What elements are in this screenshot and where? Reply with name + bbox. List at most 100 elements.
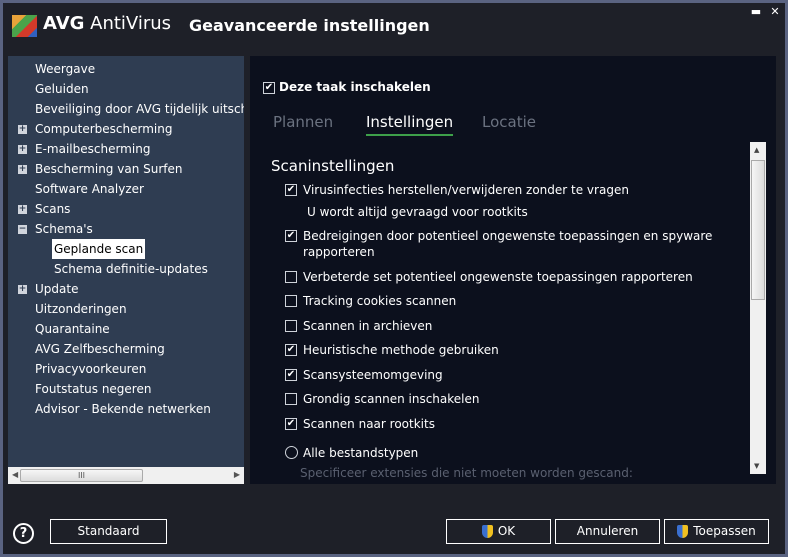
scroll-right-icon[interactable]: ▶: [234, 470, 240, 479]
option-checkbox[interactable]: Verbeterde set potentieel ongewenste toe…: [285, 269, 693, 285]
tree-item[interactable]: + E-mailbescherming: [8, 139, 244, 159]
expand-icon[interactable]: +: [18, 145, 27, 154]
title-bar: AVG AntiVirus Geavanceerde instellingen …: [3, 3, 785, 51]
scroll-thumb[interactable]: III: [20, 469, 143, 482]
tree-item-label: E-mailbescherming: [35, 142, 151, 156]
tree-item[interactable]: Geplande scan: [8, 239, 244, 259]
option-checkbox[interactable]: ✔ Scannen naar rootkits: [285, 416, 435, 432]
standard-button[interactable]: Standaard: [50, 519, 167, 544]
avg-logo-icon: [12, 15, 37, 37]
close-button[interactable]: ✕: [767, 5, 783, 18]
option-label: Scannen naar rootkits: [303, 417, 435, 431]
option-checkbox[interactable]: Grondig scannen inschakelen: [285, 391, 480, 407]
vertical-scrollbar[interactable]: ▲ ▼: [750, 142, 766, 474]
minimize-button[interactable]: ▬: [748, 5, 764, 18]
option-label-cont: rapporteren: [303, 245, 375, 259]
tree-item[interactable]: Privacyvoorkeuren: [8, 359, 244, 379]
expand-icon[interactable]: +: [18, 165, 27, 174]
settings-panel: ✔ Deze taak inschakelen Plannen Instellin…: [250, 56, 776, 484]
tree-item-label: Computerbescherming: [35, 122, 173, 136]
option-label: Scannen in archieven: [303, 319, 433, 333]
tree-item-label: Weergave: [35, 62, 96, 76]
tab-instellingen[interactable]: Instellingen: [366, 113, 454, 136]
tree-item-label: Software Analyzer: [35, 182, 144, 196]
tree-item[interactable]: Weergave: [8, 59, 244, 79]
tree-item[interactable]: Beveiliging door AVG tijdelijk uitschake…: [8, 99, 244, 119]
tree-item-label: Geluiden: [35, 82, 89, 96]
tab-locatie[interactable]: Locatie: [482, 113, 536, 134]
window-title: Geavanceerde instellingen: [189, 16, 430, 35]
checkbox-icon[interactable]: [285, 392, 297, 405]
tree-item[interactable]: − Schema's: [8, 219, 244, 239]
option-checkbox[interactable]: Scannen in archieven: [285, 318, 432, 334]
tree-item-label: Scans: [35, 202, 71, 216]
option-label: Grondig scannen inschakelen: [303, 392, 480, 406]
exclude-extensions-label: Specificeer extensies die niet moeten wo…: [300, 466, 633, 480]
tree-item-label: Foutstatus negeren: [35, 382, 152, 396]
tab-plannen[interactable]: Plannen: [273, 113, 333, 134]
shield-icon: [677, 525, 689, 538]
shield-icon: [481, 525, 493, 538]
help-icon[interactable]: ?: [13, 523, 34, 544]
tree-item[interactable]: + Bescherming van Surfen: [8, 159, 244, 179]
checkbox-icon[interactable]: ✔: [285, 343, 297, 356]
tree-item[interactable]: Advisor - Bekende netwerken: [8, 399, 244, 419]
tree-item[interactable]: Schema definitie-updates: [8, 259, 244, 279]
option-label: Tracking cookies scannen: [303, 294, 457, 308]
tree-item-label: Uitzonderingen: [35, 302, 127, 316]
checkbox-icon[interactable]: [285, 319, 297, 332]
expand-icon[interactable]: +: [18, 125, 27, 134]
scroll-thumb[interactable]: [751, 160, 765, 300]
cancel-button[interactable]: Annuleren: [555, 519, 660, 544]
option-label: Scansysteemomgeving: [303, 368, 443, 382]
option-checkbox[interactable]: ✔ Scansysteemomgeving: [285, 367, 443, 383]
checkbox-icon[interactable]: [285, 270, 297, 283]
checkbox-icon[interactable]: ✔: [285, 368, 297, 381]
option-checkbox[interactable]: Tracking cookies scannen: [285, 293, 456, 309]
tree-item-label: Update: [35, 282, 79, 296]
enable-task-checkbox[interactable]: ✔ Deze taak inschakelen: [263, 80, 431, 94]
tree-item[interactable]: AVG Zelfbescherming: [8, 339, 244, 359]
checkbox-icon[interactable]: ✔: [285, 229, 297, 242]
scroll-left-icon[interactable]: ◀: [12, 470, 18, 479]
tree-item[interactable]: Geluiden: [8, 79, 244, 99]
option-label: Verbeterde set potentieel ongewenste toe…: [303, 270, 693, 284]
tree-item[interactable]: + Update: [8, 279, 244, 299]
tree-item[interactable]: + Computerbescherming: [8, 119, 244, 139]
option-checkbox[interactable]: ✔ Virusinfecties herstellen/verwijderen z…: [285, 182, 629, 198]
tree-item[interactable]: Quarantaine: [8, 319, 244, 339]
scroll-up-icon[interactable]: ▲: [754, 146, 759, 154]
option-checkbox[interactable]: ✔ Heuristische methode gebruiken: [285, 342, 499, 358]
tree-item-label: Schema's: [35, 222, 93, 236]
horizontal-scrollbar[interactable]: ◀ III ▶: [8, 467, 244, 484]
brand-name: AVG AntiVirus: [43, 13, 172, 34]
expand-icon[interactable]: +: [18, 205, 27, 214]
all-filetypes-radio[interactable]: Alle bestandstypen: [285, 445, 418, 461]
tree-item-label: Beveiliging door AVG tijdelijk uitschake…: [35, 102, 244, 116]
tree-item[interactable]: Uitzonderingen: [8, 299, 244, 319]
tree-item-label: AVG Zelfbescherming: [35, 342, 165, 356]
tree-item-label: Geplande scan: [52, 239, 146, 259]
tree-item-label: Bescherming van Surfen: [35, 162, 183, 176]
scroll-down-icon[interactable]: ▼: [754, 462, 759, 470]
collapse-icon[interactable]: −: [18, 225, 27, 234]
tree-item-label: Advisor - Bekende netwerken: [35, 402, 211, 416]
settings-tree: Weergave Geluiden Beveiliging door AVG tij…: [8, 56, 244, 484]
option-label: Heuristische methode gebruiken: [303, 343, 499, 357]
expand-icon[interactable]: +: [18, 285, 27, 294]
radio-icon[interactable]: [285, 446, 298, 459]
option-label: Bedreigingen door potentieel ongewenste …: [303, 229, 713, 243]
section-title: Scaninstellingen: [271, 157, 395, 175]
tree-item-label: Quarantaine: [35, 322, 110, 336]
checkbox-icon[interactable]: [285, 294, 297, 307]
apply-button[interactable]: Toepassen: [664, 519, 769, 544]
tree-item-label: Schema definitie-updates: [54, 262, 208, 276]
tree-item[interactable]: + Scans: [8, 199, 244, 219]
option-checkbox[interactable]: ✔ Bedreigingen door potentieel ongewenste…: [285, 228, 712, 260]
tree-item[interactable]: Foutstatus negeren: [8, 379, 244, 399]
checkbox-icon[interactable]: ✔: [285, 417, 297, 430]
ok-button[interactable]: OK: [446, 519, 551, 544]
tree-item[interactable]: Software Analyzer: [8, 179, 244, 199]
checkbox-icon[interactable]: ✔: [263, 81, 275, 94]
checkbox-icon[interactable]: ✔: [285, 183, 297, 196]
